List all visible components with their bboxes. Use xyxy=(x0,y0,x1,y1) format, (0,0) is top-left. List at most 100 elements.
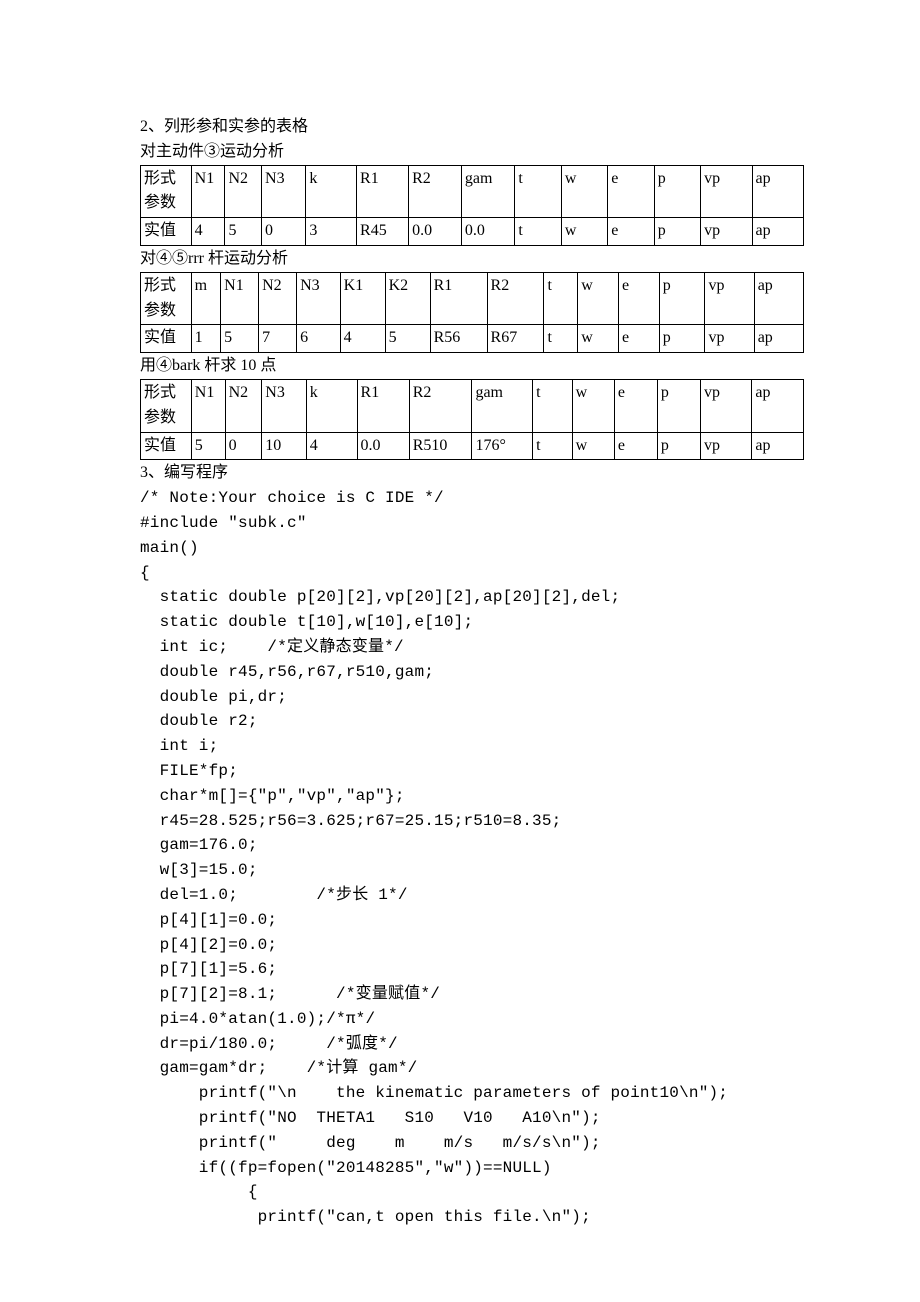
cell: t xyxy=(544,272,578,325)
cell: e xyxy=(614,432,657,460)
code-text: gam*/ xyxy=(359,1059,418,1077)
code-line: #include "subk.c" xyxy=(140,511,804,536)
cell: 5 xyxy=(191,432,225,460)
code-line: double pi,dr; xyxy=(140,685,804,710)
cell: k xyxy=(306,165,357,218)
cell: 4 xyxy=(340,325,385,353)
code-comment: 弧度 xyxy=(346,1035,378,1053)
cell: w xyxy=(561,165,607,218)
cell: N1 xyxy=(221,272,259,325)
cell: vp xyxy=(701,218,752,246)
cell: t xyxy=(533,432,573,460)
code-comment: 变量赋值 xyxy=(356,985,421,1003)
code-line: p[4][2]=0.0; xyxy=(140,933,804,958)
cell: 形式参数 xyxy=(141,379,192,432)
cell: w xyxy=(578,325,619,353)
cell: e xyxy=(608,165,654,218)
source-code: /* Note:Your choice is C IDE */ #include… xyxy=(140,486,804,1230)
cell: K2 xyxy=(385,272,430,325)
code-text: p[7][2]=8.1; /* xyxy=(140,985,356,1003)
cell: 形式参数 xyxy=(141,272,192,325)
cell: R56 xyxy=(430,325,487,353)
table-3: 形式参数 N1 N2 N3 k R1 R2 gam t w e p vp ap … xyxy=(140,379,804,460)
cell: w xyxy=(561,218,607,246)
cell: ap xyxy=(752,165,804,218)
cell: 10 xyxy=(262,432,306,460)
cell: 形式参数 xyxy=(141,165,192,218)
code-line: FILE*fp; xyxy=(140,759,804,784)
cell: 0 xyxy=(225,432,262,460)
cell: ap xyxy=(752,432,804,460)
cell: 0.0 xyxy=(461,218,514,246)
table-row: 实值 5 0 10 4 0.0 R510 176° t w e p vp ap xyxy=(141,432,804,460)
cell: 0.0 xyxy=(409,218,462,246)
cell: w xyxy=(578,272,619,325)
cell: k xyxy=(306,379,357,432)
table-row: 形式参数 m N1 N2 N3 K1 K2 R1 R2 t w e p vp a… xyxy=(141,272,804,325)
code-line: if((fp=fopen("20148285","w"))==NULL) xyxy=(140,1156,804,1181)
cell: e xyxy=(619,272,660,325)
cell: R45 xyxy=(357,218,409,246)
page: 2、列形参和实参的表格 对主动件③运动分析 形式参数 N1 N2 N3 k R1… xyxy=(0,0,920,1290)
code-line: del=1.0; /*步长 1*/ xyxy=(140,883,804,908)
code-text: */ xyxy=(356,1010,376,1028)
cell: 176° xyxy=(472,432,533,460)
code-text: */ xyxy=(420,985,440,1003)
code-line: double r45,r56,r67,r510,gam; xyxy=(140,660,804,685)
cell: p xyxy=(654,165,700,218)
code-comment: 计算 xyxy=(326,1059,358,1077)
cell: vp xyxy=(701,165,752,218)
cell: N3 xyxy=(262,165,306,218)
cell: 实值 xyxy=(141,325,192,353)
table2-caption: 对④⑤rrr 杆运动分析 xyxy=(140,247,804,272)
code-line: { xyxy=(140,1180,804,1205)
code-text: gam=gam*dr; /* xyxy=(140,1059,326,1077)
cell: 5 xyxy=(225,218,262,246)
cell: vp xyxy=(705,272,754,325)
cell: 1 xyxy=(191,325,221,353)
cell: K1 xyxy=(340,272,385,325)
code-line: int i; xyxy=(140,734,804,759)
code-comment: 步长 xyxy=(336,886,368,904)
code-line: printf("\n the kinematic parameters of p… xyxy=(140,1081,804,1106)
code-line: dr=pi/180.0; /*弧度*/ xyxy=(140,1032,804,1057)
cell: vp xyxy=(700,432,751,460)
table-row: 实值 4 5 0 3 R45 0.0 0.0 t w e p vp ap xyxy=(141,218,804,246)
code-line: gam=gam*dr; /*计算 gam*/ xyxy=(140,1056,804,1081)
section-3-title: 3、编写程序 xyxy=(140,461,804,486)
code-line: double r2; xyxy=(140,709,804,734)
cell: p xyxy=(657,432,700,460)
cell: ap xyxy=(752,379,804,432)
code-line: p[7][2]=8.1; /*变量赋值*/ xyxy=(140,982,804,1007)
table1-caption: 对主动件③运动分析 xyxy=(140,140,804,165)
code-line: /* Note:Your choice is C IDE */ xyxy=(140,486,804,511)
cell: gam xyxy=(472,379,533,432)
code-line: w[3]=15.0; xyxy=(140,858,804,883)
cell: R67 xyxy=(487,325,544,353)
cell: 0.0 xyxy=(357,432,409,460)
cell: N2 xyxy=(259,272,297,325)
cell: 5 xyxy=(221,325,259,353)
cell: 5 xyxy=(385,325,430,353)
cell: p xyxy=(659,272,705,325)
code-line: gam=176.0; xyxy=(140,833,804,858)
cell: vp xyxy=(705,325,754,353)
code-text: */ xyxy=(384,638,404,656)
cell: R1 xyxy=(357,379,409,432)
code-text: del=1.0; /* xyxy=(140,886,336,904)
cell: R2 xyxy=(487,272,544,325)
cell: 4 xyxy=(306,432,357,460)
code-line: p[4][1]=0.0; xyxy=(140,908,804,933)
cell: N2 xyxy=(225,165,262,218)
cell: N3 xyxy=(297,272,341,325)
code-line: printf("NO THETA1 S10 V10 A10\n"); xyxy=(140,1106,804,1131)
cell: p xyxy=(659,325,705,353)
code-text: 1*/ xyxy=(368,886,407,904)
table-2: 形式参数 m N1 N2 N3 K1 K2 R1 R2 t w e p vp a… xyxy=(140,272,804,353)
code-line: int ic; /*定义静态变量*/ xyxy=(140,635,804,660)
cell: e xyxy=(619,325,660,353)
cell: m xyxy=(191,272,221,325)
table-row: 实值 1 5 7 6 4 5 R56 R67 t w e p vp ap xyxy=(141,325,804,353)
cell: R1 xyxy=(357,165,409,218)
cell: p xyxy=(657,379,700,432)
